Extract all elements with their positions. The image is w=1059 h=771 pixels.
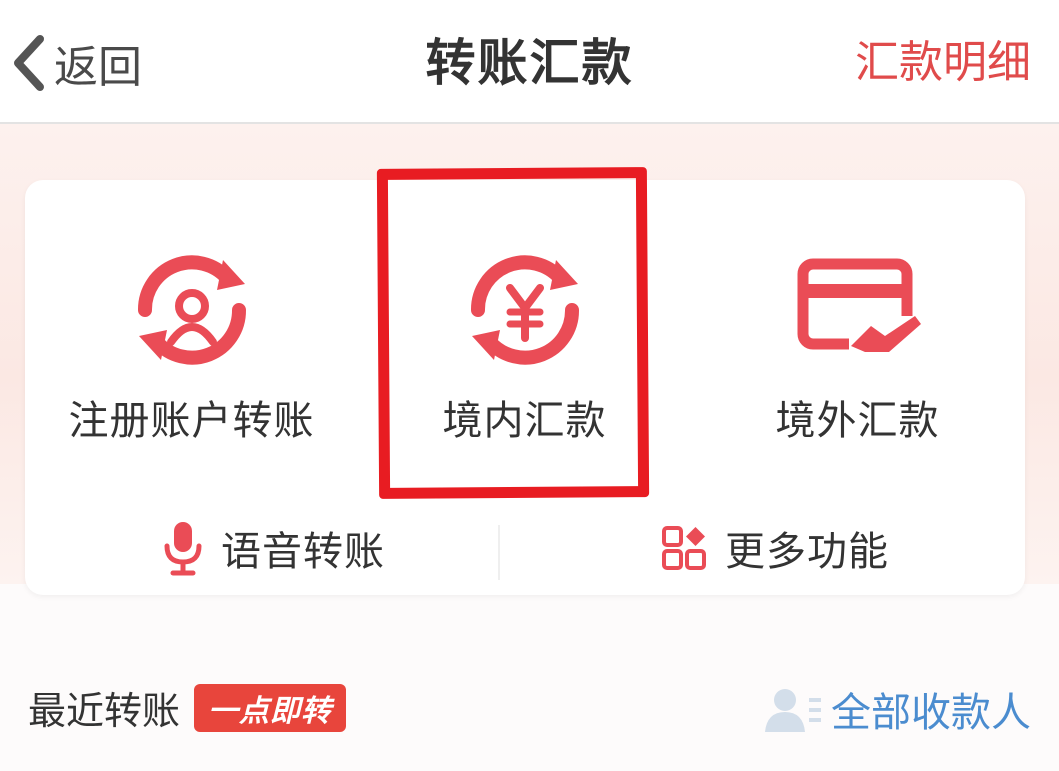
background-lower xyxy=(0,584,1059,771)
overseas-remittance-button[interactable]: 境外汇款 xyxy=(691,180,1024,500)
highlight-box xyxy=(376,167,650,499)
voice-transfer-button[interactable]: 语音转账 xyxy=(25,500,523,595)
row-divider xyxy=(498,525,500,580)
card-plane-icon xyxy=(797,258,921,356)
grid-icon xyxy=(662,525,706,570)
one-tap-transfer-badge[interactable]: 一点即转 xyxy=(194,683,347,732)
all-payees-link[interactable]: 全部收款人 xyxy=(763,680,1031,738)
more-functions-button[interactable]: 更多功能 xyxy=(525,500,1025,595)
contacts-icon xyxy=(765,689,821,732)
microphone-icon xyxy=(164,521,202,575)
recent-transfers-header: 最近转账 一点即转 xyxy=(28,680,347,735)
recent-transfers-title: 最近转账 xyxy=(28,689,181,733)
overseas-remittance-label: 境外汇款 xyxy=(775,398,940,444)
registered-account-transfer-label: 注册账户转账 xyxy=(68,398,315,444)
voice-transfer-label: 语音转账 xyxy=(221,528,385,575)
registered-account-transfer-button[interactable]: 注册账户转账 xyxy=(25,180,358,500)
person-transfer-icon xyxy=(137,255,246,365)
all-payees-label: 全部收款人 xyxy=(831,690,1031,736)
more-functions-label: 更多功能 xyxy=(725,528,889,575)
quick-actions-row: 语音转账 更多功能 xyxy=(25,500,1025,595)
top-bar: 返回 转账汇款 汇款明细 xyxy=(0,0,1059,124)
transfer-details-link[interactable]: 汇款明细 xyxy=(855,28,1031,98)
